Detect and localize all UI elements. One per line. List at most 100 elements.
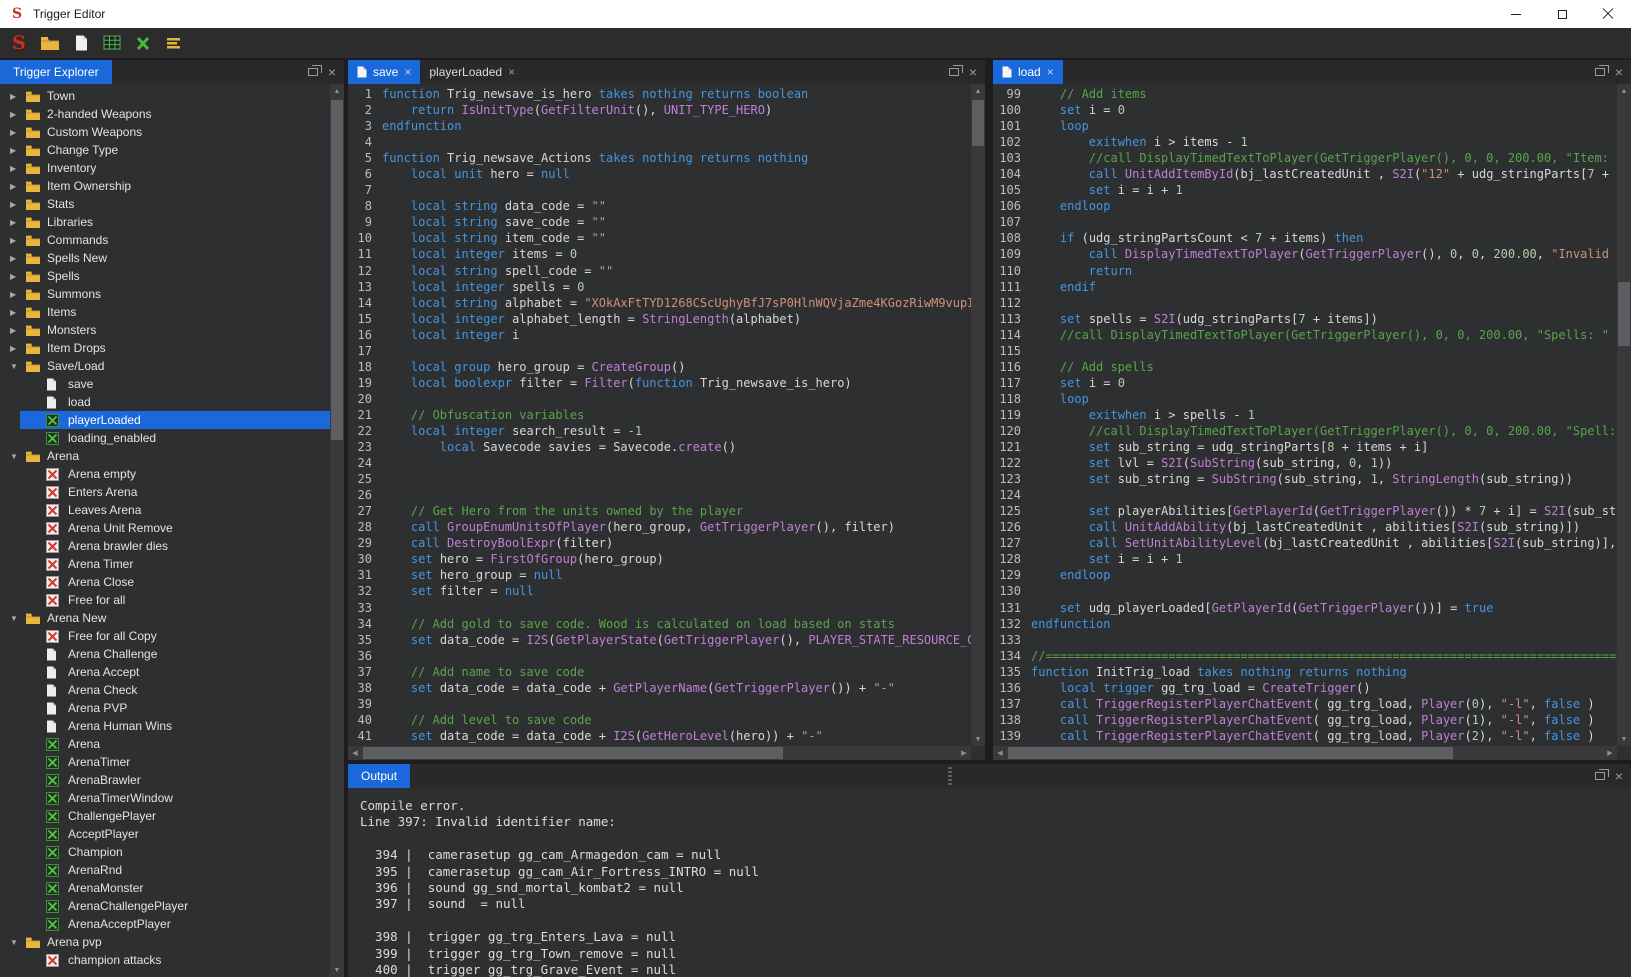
tree-item[interactable]: 2-handed Weapons (0, 105, 330, 123)
chevron-collapsed-icon[interactable] (8, 200, 25, 209)
tree-item[interactable]: ArenaMonster (0, 879, 330, 897)
tree-item[interactable]: Arena PVP (0, 699, 330, 717)
chevron-expanded-icon[interactable] (8, 938, 25, 947)
close-panel-icon[interactable] (1615, 65, 1623, 79)
chevron-collapsed-icon[interactable] (8, 92, 25, 101)
scroll-left-icon[interactable] (348, 746, 362, 760)
tab-playerLoaded[interactable]: playerLoaded (420, 60, 524, 84)
close-button[interactable] (1585, 0, 1631, 28)
chevron-collapsed-icon[interactable] (8, 326, 25, 335)
tree-item[interactable]: champion attacks (0, 951, 330, 969)
tree-item[interactable]: Arena brawler dies (0, 537, 330, 555)
tree-item[interactable]: Arena New (0, 609, 330, 627)
tree-item[interactable]: Arena Timer (0, 555, 330, 573)
scrollbar-thumb[interactable] (363, 747, 783, 759)
close-panel-icon[interactable] (969, 65, 977, 79)
tree-item[interactable]: Summons (0, 285, 330, 303)
tree-item[interactable]: Arena Human Wins (0, 717, 330, 735)
tree-item[interactable]: ArenaAcceptPlayer (0, 915, 330, 933)
app-logo-icon[interactable] (9, 33, 29, 53)
tree-item[interactable]: Arena Unit Remove (0, 519, 330, 537)
horizontal-scrollbar[interactable] (993, 746, 1617, 760)
code-lines[interactable]: 1function Trig_newsave_is_hero takes not… (348, 84, 971, 746)
tree-item[interactable]: playerLoaded (0, 411, 330, 429)
tree-vertical-scrollbar[interactable] (330, 84, 344, 977)
tree-item[interactable]: Custom Weapons (0, 123, 330, 141)
tree-item[interactable]: Arena Challenge (0, 645, 330, 663)
tree-item[interactable]: Stats (0, 195, 330, 213)
chevron-expanded-icon[interactable] (8, 362, 25, 371)
tree-item[interactable]: ArenaBrawler (0, 771, 330, 789)
tree-item[interactable]: AcceptPlayer (0, 825, 330, 843)
float-panel-icon[interactable] (949, 68, 959, 76)
scroll-down-icon[interactable] (330, 963, 344, 977)
close-panel-icon[interactable] (328, 65, 336, 79)
tab-close-icon[interactable] (508, 66, 515, 78)
vertical-scrollbar[interactable] (1617, 84, 1631, 746)
chevron-collapsed-icon[interactable] (8, 146, 25, 155)
tree-item[interactable]: Arena (0, 735, 330, 753)
tree-item[interactable]: ArenaRnd (0, 861, 330, 879)
scroll-up-icon[interactable] (971, 84, 985, 98)
tab-output[interactable]: Output (348, 764, 410, 788)
script-list-icon[interactable] (164, 33, 184, 53)
tree-item[interactable]: Free for all Copy (0, 627, 330, 645)
tree-item[interactable]: Town (0, 87, 330, 105)
variables-icon[interactable] (133, 33, 153, 53)
horizontal-scrollbar[interactable] (348, 746, 971, 760)
chevron-collapsed-icon[interactable] (8, 164, 25, 173)
scroll-down-icon[interactable] (971, 732, 985, 746)
trigger-grid-icon[interactable] (102, 33, 122, 53)
tree-item[interactable]: Item Drops (0, 339, 330, 357)
tree-item[interactable]: save (0, 375, 330, 393)
tree-item[interactable]: Arena empty (0, 465, 330, 483)
splitter-grip[interactable] (948, 767, 952, 785)
chevron-collapsed-icon[interactable] (8, 128, 25, 137)
new-file-icon[interactable] (71, 33, 91, 53)
chevron-expanded-icon[interactable] (8, 452, 25, 461)
tree-item[interactable]: Enters Arena (0, 483, 330, 501)
tree-item[interactable]: ChallengePlayer (0, 807, 330, 825)
chevron-collapsed-icon[interactable] (8, 290, 25, 299)
tree-item[interactable]: ArenaChallengePlayer (0, 897, 330, 915)
scrollbar-thumb[interactable] (331, 100, 343, 440)
tree-item[interactable]: loading_enabled (0, 429, 330, 447)
scroll-up-icon[interactable] (1617, 84, 1631, 98)
open-folder-icon[interactable] (40, 33, 60, 53)
maximize-button[interactable] (1539, 0, 1585, 28)
tree-item[interactable]: Arena Check (0, 681, 330, 699)
scroll-right-icon[interactable] (1603, 746, 1617, 760)
tree-item[interactable]: Champion (0, 843, 330, 861)
tree-item[interactable]: Change Type (0, 141, 330, 159)
tree-item[interactable]: ArenaTimerWindow (0, 789, 330, 807)
float-panel-icon[interactable] (1595, 772, 1605, 780)
tree-item[interactable]: Inventory (0, 159, 330, 177)
tree-item[interactable]: load (0, 393, 330, 411)
float-panel-icon[interactable] (308, 68, 318, 76)
scroll-left-icon[interactable] (993, 746, 1007, 760)
vertical-scrollbar[interactable] (971, 84, 985, 746)
float-panel-icon[interactable] (1595, 68, 1605, 76)
tree-item[interactable]: Arena Accept (0, 663, 330, 681)
tree-item[interactable]: Item Ownership (0, 177, 330, 195)
scrollbar-thumb[interactable] (1618, 282, 1630, 346)
chevron-collapsed-icon[interactable] (8, 110, 25, 119)
tree-item[interactable]: Commands (0, 231, 330, 249)
tab-close-icon[interactable] (404, 66, 411, 78)
tree-item[interactable]: Libraries (0, 213, 330, 231)
code-lines[interactable]: 99 // Add items100 set i = 0101 loop102 … (993, 84, 1617, 746)
scrollbar-thumb[interactable] (972, 100, 984, 146)
editor-splitter[interactable] (985, 60, 993, 760)
tree-item[interactable]: Free for all (0, 591, 330, 609)
tree-item[interactable]: Monsters (0, 321, 330, 339)
tab-close-icon[interactable] (1047, 66, 1054, 78)
tree-item[interactable]: Spells New (0, 249, 330, 267)
tree-item[interactable]: Arena (0, 447, 330, 465)
tree-item[interactable]: Leaves Arena (0, 501, 330, 519)
tree-item[interactable]: Arena pvp (0, 933, 330, 951)
tree-item[interactable]: Spells (0, 267, 330, 285)
chevron-collapsed-icon[interactable] (8, 236, 25, 245)
scroll-up-icon[interactable] (330, 84, 344, 98)
chevron-collapsed-icon[interactable] (8, 344, 25, 353)
chevron-collapsed-icon[interactable] (8, 272, 25, 281)
